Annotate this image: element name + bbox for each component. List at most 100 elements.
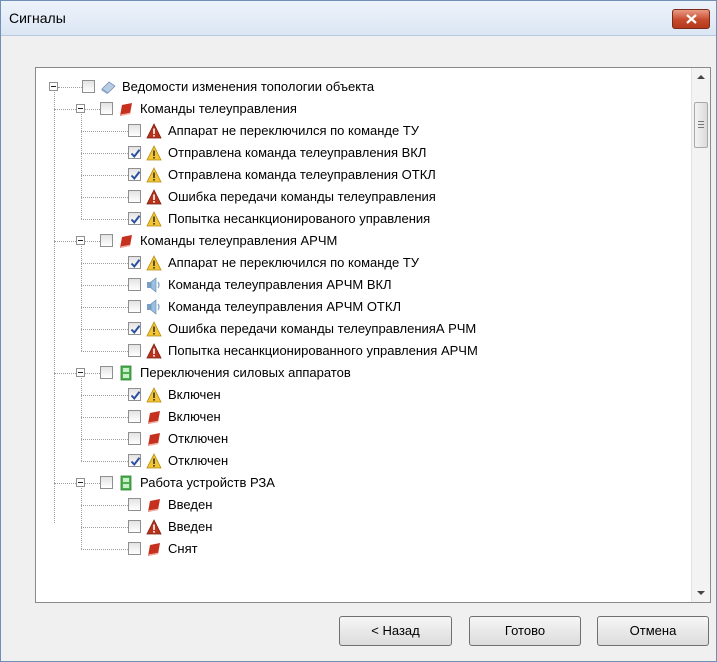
checkbox-unchecked[interactable] — [128, 344, 141, 357]
checkbox-unchecked[interactable] — [100, 102, 113, 115]
red-book-icon — [146, 431, 162, 447]
tree-signal-item[interactable]: Включен — [36, 406, 692, 428]
checkbox-unchecked[interactable] — [128, 432, 141, 445]
signals-tree: Ведомости изменения топологии объекта Ком… — [36, 68, 692, 602]
tree-signal-item[interactable]: Попытка несанкционированного управления … — [36, 340, 692, 362]
checkbox-unchecked[interactable] — [100, 476, 113, 489]
cancel-button[interactable]: Отмена — [597, 616, 709, 646]
tree-node-label: Команда телеуправления АРЧМ ВКЛ — [168, 277, 392, 292]
tree-node-label: Отключен — [168, 453, 229, 468]
tree-node-label: Ошибка передачи команды телеуправления — [168, 189, 436, 204]
tree-node-label: Отключен — [168, 431, 229, 446]
tree-signal-item[interactable]: Ошибка передачи команды телеуправленияА … — [36, 318, 692, 340]
red-warning-icon — [146, 519, 162, 535]
red-warning-icon — [146, 343, 162, 359]
tree-group-node[interactable]: Переключения силовых аппаратов — [36, 362, 692, 384]
back-button[interactable]: < Назад — [339, 616, 452, 646]
tree-signal-item[interactable]: Аппарат не переключился по команде ТУ — [36, 252, 692, 274]
tree-node-label: Введен — [168, 497, 213, 512]
signals-tree-panel: Ведомости изменения топологии объекта Ком… — [35, 67, 711, 603]
tree-signal-item[interactable]: Ошибка передачи команды телеуправления — [36, 186, 692, 208]
arrow-up-icon — [697, 75, 705, 79]
tree-signal-item[interactable]: Отправлена команда телеуправления ВКЛ — [36, 142, 692, 164]
speaker-icon — [146, 299, 162, 315]
checkbox-checked[interactable] — [128, 168, 141, 181]
speaker-icon — [146, 277, 162, 293]
checkbox-checked[interactable] — [128, 212, 141, 225]
checkbox-checked[interactable] — [128, 388, 141, 401]
window-title: Сигналы — [9, 10, 66, 26]
collapse-toggle[interactable] — [76, 104, 85, 113]
tree-signal-item[interactable]: Введен — [36, 516, 692, 538]
yellow-warning-icon — [146, 453, 162, 469]
tree-signal-item[interactable]: Отправлена команда телеуправления ОТКЛ — [36, 164, 692, 186]
tree-signal-item[interactable]: Включен — [36, 384, 692, 406]
yellow-warning-icon — [146, 211, 162, 227]
yellow-warning-icon — [146, 167, 162, 183]
checkbox-checked[interactable] — [128, 322, 141, 335]
close-icon — [686, 14, 697, 24]
arrow-down-icon — [697, 591, 705, 595]
scroll-thumb[interactable] — [694, 102, 708, 148]
checkbox-unchecked[interactable] — [100, 234, 113, 247]
checkbox-unchecked[interactable] — [128, 300, 141, 313]
tree-node-label: Ведомости изменения топологии объекта — [122, 79, 375, 94]
tree-signal-item[interactable]: Отключен — [36, 450, 692, 472]
checkbox-checked[interactable] — [128, 454, 141, 467]
red-warning-icon — [146, 123, 162, 139]
tree-signal-item[interactable]: Команда телеуправления АРЧМ ВКЛ — [36, 274, 692, 296]
scroll-down-arrow[interactable] — [692, 584, 710, 602]
tree-signal-item[interactable]: Попытка несанкционированого управления — [36, 208, 692, 230]
yellow-warning-icon — [146, 321, 162, 337]
signals-dialog: Сигналы Ведомости изменения топологии об… — [0, 0, 717, 662]
yellow-warning-icon — [146, 255, 162, 271]
checkbox-unchecked[interactable] — [128, 520, 141, 533]
red-book-icon — [118, 233, 134, 249]
collapse-toggle[interactable] — [76, 368, 85, 377]
tree-root-node[interactable]: Ведомости изменения топологии объекта — [36, 76, 692, 98]
tree-signal-item[interactable]: Команда телеуправления АРЧМ ОТКЛ — [36, 296, 692, 318]
tree-node-label: Команды телеуправления АРЧМ — [140, 233, 338, 248]
title-bar: Сигналы — [1, 1, 716, 36]
checkbox-unchecked[interactable] — [100, 366, 113, 379]
tree-signal-item[interactable]: Введен — [36, 494, 692, 516]
checkbox-unchecked[interactable] — [128, 498, 141, 511]
vertical-scrollbar[interactable] — [691, 68, 710, 602]
collapse-toggle[interactable] — [76, 478, 85, 487]
tree-node-label: Снят — [168, 541, 198, 556]
checkbox-unchecked[interactable] — [128, 542, 141, 555]
tree-node-label: Аппарат не переключился по команде ТУ — [168, 255, 420, 270]
tree-node-label: Ошибка передачи команды телеуправленияА … — [168, 321, 477, 336]
green-panel-icon — [118, 365, 134, 381]
checkbox-checked[interactable] — [128, 256, 141, 269]
tree-node-label: Команда телеуправления АРЧМ ОТКЛ — [168, 299, 401, 314]
checkbox-unchecked[interactable] — [128, 190, 141, 203]
collapse-toggle[interactable] — [76, 236, 85, 245]
tree-signal-item[interactable]: Снят — [36, 538, 692, 560]
checkbox-unchecked[interactable] — [128, 410, 141, 423]
tree-node-label: Введен — [168, 519, 213, 534]
red-book-icon — [146, 541, 162, 557]
tree-node-label: Отправлена команда телеуправления ВКЛ — [168, 145, 427, 160]
tree-group-node[interactable]: Команды телеуправления — [36, 98, 692, 120]
checkbox-unchecked[interactable] — [128, 278, 141, 291]
checkbox-unchecked[interactable] — [82, 80, 95, 93]
close-button[interactable] — [672, 9, 710, 29]
tree-signal-item[interactable]: Аппарат не переключился по команде ТУ — [36, 120, 692, 142]
tree-node-label: Работа устройств РЗА — [140, 475, 275, 490]
tree-group-node[interactable]: Работа устройств РЗА — [36, 472, 692, 494]
tree-signal-item[interactable]: Отключен — [36, 428, 692, 450]
tree-node-label: Команды телеуправления — [140, 101, 297, 116]
done-button[interactable]: Готово — [469, 616, 581, 646]
red-book-icon — [146, 497, 162, 513]
scroll-up-arrow[interactable] — [692, 68, 710, 86]
tree-group-node[interactable]: Команды телеуправления АРЧМ — [36, 230, 692, 252]
tree-node-label: Включен — [168, 409, 221, 424]
checkbox-unchecked[interactable] — [128, 124, 141, 137]
tree-node-label: Переключения силовых аппаратов — [140, 365, 351, 380]
red-warning-icon — [146, 189, 162, 205]
red-book-icon — [146, 409, 162, 425]
checkbox-checked[interactable] — [128, 146, 141, 159]
tree-node-label: Попытка несанкционированого управления — [168, 211, 431, 226]
collapse-toggle[interactable] — [49, 82, 58, 91]
